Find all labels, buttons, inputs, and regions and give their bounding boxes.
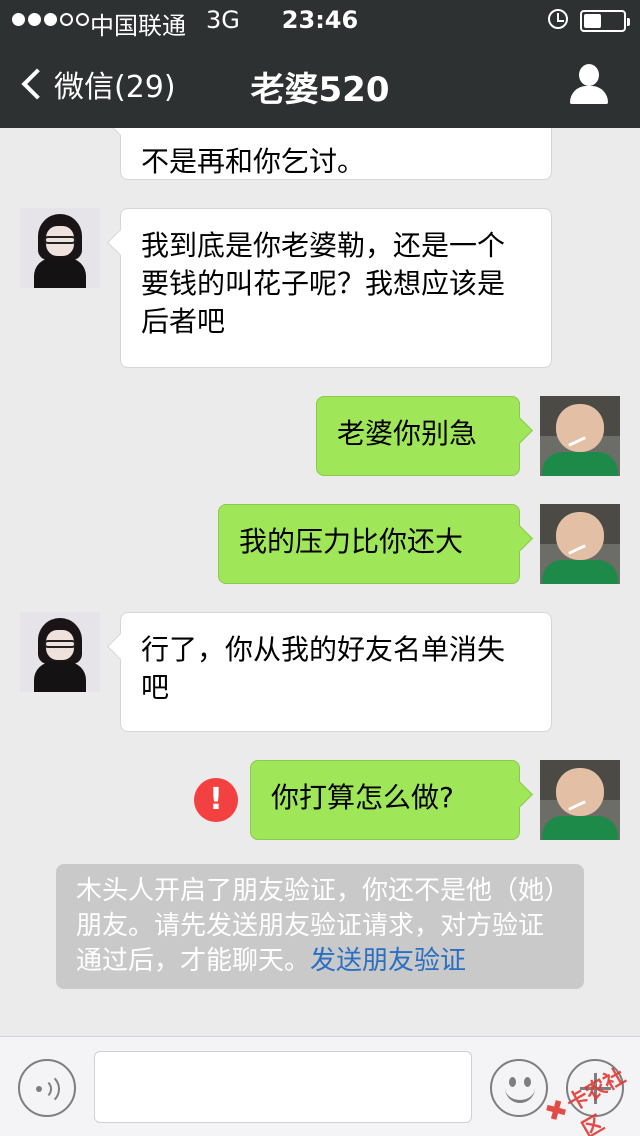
chat-header: 微信(29) 老婆520: [0, 40, 640, 128]
message-text: 不是再和你乞讨。: [141, 145, 366, 178]
message-bubble-incoming[interactable]: 不是再和你乞讨。: [120, 128, 552, 180]
clock: 23:46: [281, 6, 359, 34]
contact-avatar[interactable]: [20, 612, 100, 692]
person-icon: [579, 64, 599, 86]
contact-avatar[interactable]: [20, 208, 100, 288]
message-text: 你打算怎么做?: [271, 781, 454, 814]
friend-verification-notice: 木头人开启了朋友验证，你还不是他（她）朋友。请先发送朋友验证请求，对方验证通过后…: [56, 864, 584, 989]
my-avatar[interactable]: [540, 760, 620, 840]
message-bubble-incoming[interactable]: 行了，你从我的好友名单消失吧: [120, 612, 552, 732]
send-verification-link[interactable]: 发送朋友验证: [310, 946, 466, 976]
battery-icon: [580, 10, 630, 32]
message-list[interactable]: 不是再和你乞讨。 我到底是你老婆勒，还是一个要钱的叫花子呢？我想应该是后者吧 老…: [0, 128, 640, 1036]
message-bubble-outgoing[interactable]: 老婆你别急: [316, 396, 520, 476]
chat-title: 老婆520: [250, 70, 390, 110]
message-text: 我的压力比你还大: [239, 525, 464, 558]
alarm-icon: [548, 9, 568, 29]
my-avatar[interactable]: [540, 396, 620, 476]
message-bubble-outgoing[interactable]: 我的压力比你还大: [218, 504, 520, 584]
message-text: 我到底是你老婆勒，还是一个要钱的叫花子呢？我想应该是后者吧: [141, 229, 506, 338]
message-input[interactable]: [94, 1051, 472, 1123]
voice-button[interactable]: [18, 1059, 76, 1117]
status-bar: 中国联通 3G 23:46: [0, 0, 640, 40]
contact-profile-button[interactable]: [566, 64, 612, 108]
message-bubble-incoming[interactable]: 我到底是你老婆勒，还是一个要钱的叫花子呢？我想应该是后者吧: [120, 208, 552, 368]
my-avatar[interactable]: [540, 504, 620, 584]
send-failed-icon[interactable]: !: [194, 778, 238, 822]
battery-level: [584, 14, 601, 28]
message-text: 老婆你别急: [337, 417, 478, 450]
message-bubble-outgoing[interactable]: 你打算怎么做?: [250, 760, 520, 840]
message-text: 行了，你从我的好友名单消失吧: [141, 633, 506, 704]
